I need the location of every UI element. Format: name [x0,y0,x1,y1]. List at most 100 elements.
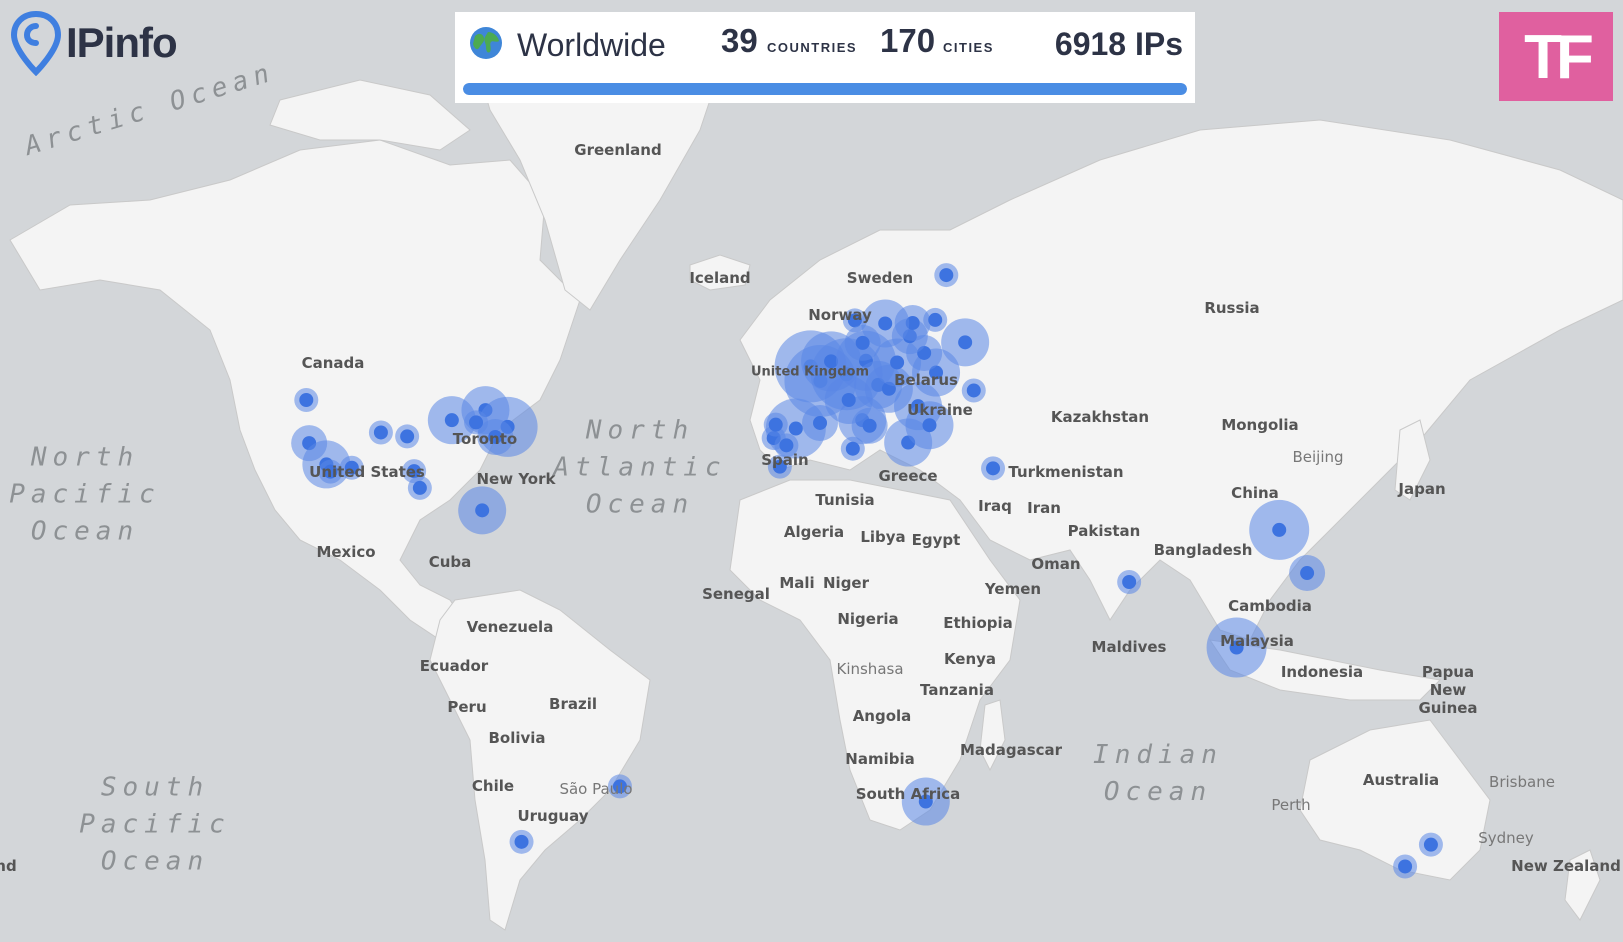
place-label: Pakistan [1067,522,1141,540]
ip-location-dot[interactable] [966,383,981,398]
ip-location-dot[interactable] [475,503,490,518]
place-label: Sweden [846,269,914,287]
ip-location-dot[interactable] [1398,859,1413,874]
place-label: China [1231,484,1279,502]
ip-location-dot[interactable] [986,461,1001,476]
place-label: Yemen [984,580,1042,598]
ip-location-dot[interactable] [1423,837,1438,852]
place-label: Maldives [1091,638,1167,656]
place-label: Greenland [574,141,662,159]
place-label: Kazakhstan [1050,408,1150,426]
place-label: Sydney [1478,829,1534,847]
place-label: Nigeria [837,610,899,628]
cities-count: 170 [880,22,936,59]
ip-location-dot[interactable] [841,393,856,407]
place-label: Bolivia [488,729,546,747]
ip-location-dot[interactable] [939,268,954,283]
brand-name: IPinfo [66,19,178,66]
ip-location-dot[interactable] [1272,522,1287,537]
place-label: South Africa [855,785,961,803]
ip-location-dot[interactable] [813,415,828,430]
ip-location-dot[interactable] [958,335,973,350]
ip-location-dot[interactable] [400,429,415,444]
place-label: Algeria [783,523,845,541]
place-label: Australia [1362,771,1440,789]
place-label: Kenya [943,650,997,668]
place-label: Chile [471,777,515,795]
place-label: Papua New Guinea [1418,663,1478,717]
ip-location-dot[interactable] [373,425,388,440]
place-label: Cambodia [1228,597,1312,615]
map-view[interactable]: Arctic Ocean North Pacific Ocean North A… [0,0,1623,942]
ip-location-dot[interactable] [1122,575,1137,589]
ip-location-dot[interactable] [444,413,459,428]
ip-location-dot[interactable] [862,418,877,433]
ocean-label-indian: Indian Ocean [1093,740,1223,807]
ip-location-dot[interactable] [469,415,484,430]
place-label: New York [476,470,556,488]
cities-caption: CITIES [943,40,994,55]
place-label: Malaysia [1220,632,1294,650]
ip-location-dot[interactable] [890,355,905,370]
place-label: Iraq [978,497,1012,515]
place-label: Iran [1027,499,1061,517]
ip-location-dot[interactable] [928,312,943,327]
place-label: Belarus [894,371,958,389]
place-label: Ukraine [907,401,973,419]
place-label: Japan [1398,480,1446,498]
tf-badge[interactable]: TF [1499,12,1613,101]
world-map[interactable] [0,0,1623,942]
place-label: Tanzania [920,681,994,699]
place-label: São Paulo [559,780,633,798]
stats-panel: Worldwide 39 COUNTRIES 170 CITIES 6918 I… [455,12,1195,103]
place-label: Mali [779,574,815,592]
ip-location-dot[interactable] [514,834,529,849]
place-label: nd [0,857,17,875]
place-label: Norway [808,306,872,324]
place-label: Turkmenistan [1008,463,1124,481]
place-label: Senegal [702,585,770,603]
ip-location-dot[interactable] [768,417,783,432]
ocean-label-south-pacific: South Pacific Ocean [79,772,231,877]
place-label: Niger [822,574,870,592]
place-label: Angola [852,707,912,725]
place-label: Ethiopia [943,614,1013,632]
ip-location-dot[interactable] [845,441,860,456]
ip-location-dot[interactable] [922,418,937,433]
place-label: Cuba [428,553,472,571]
place-label: Beijing [1292,448,1344,466]
place-label: Mexico [316,543,376,561]
place-label: Russia [1204,299,1260,317]
place-label: Ecuador [419,657,489,675]
ip-location-dot[interactable] [1300,566,1315,581]
place-label: Canada [301,354,365,372]
ip-location-dot[interactable] [878,316,893,331]
progress-bar [463,83,1187,95]
countries-caption: COUNTRIES [767,40,858,55]
place-label: New Zealand [1511,857,1621,875]
place-label: Tunisia [815,491,875,509]
ipinfo-logo[interactable]: IPinfo [10,10,178,76]
place-label: Brisbane [1489,773,1555,791]
ip-location-dot[interactable] [299,393,314,407]
ip-location-dot[interactable] [855,335,870,350]
ocean-label-north-atlantic: North Atlantic Ocean [553,415,727,520]
place-label: Spain [761,451,809,469]
ip-location-dot[interactable] [788,421,803,436]
place-label: Greece [878,467,938,485]
place-label: Brazil [549,695,597,713]
place-label: Egypt [911,531,961,549]
ip-count: 6918 IPs [1054,26,1183,62]
ipinfo-pin-icon [10,10,62,76]
place-label: United Kingdom [750,364,870,380]
place-label: Kinshasa [836,660,904,678]
place-label: Perth [1271,796,1311,814]
ip-location-dot[interactable] [412,480,427,495]
progress-bar-fill [463,83,1187,95]
place-label: Libya [860,528,906,546]
place-label: Bangladesh [1153,541,1253,559]
place-label: Oman [1031,555,1081,573]
place-label: Indonesia [1280,663,1364,681]
place-label: Madagascar [959,741,1063,759]
place-label: Mongolia [1221,416,1299,434]
